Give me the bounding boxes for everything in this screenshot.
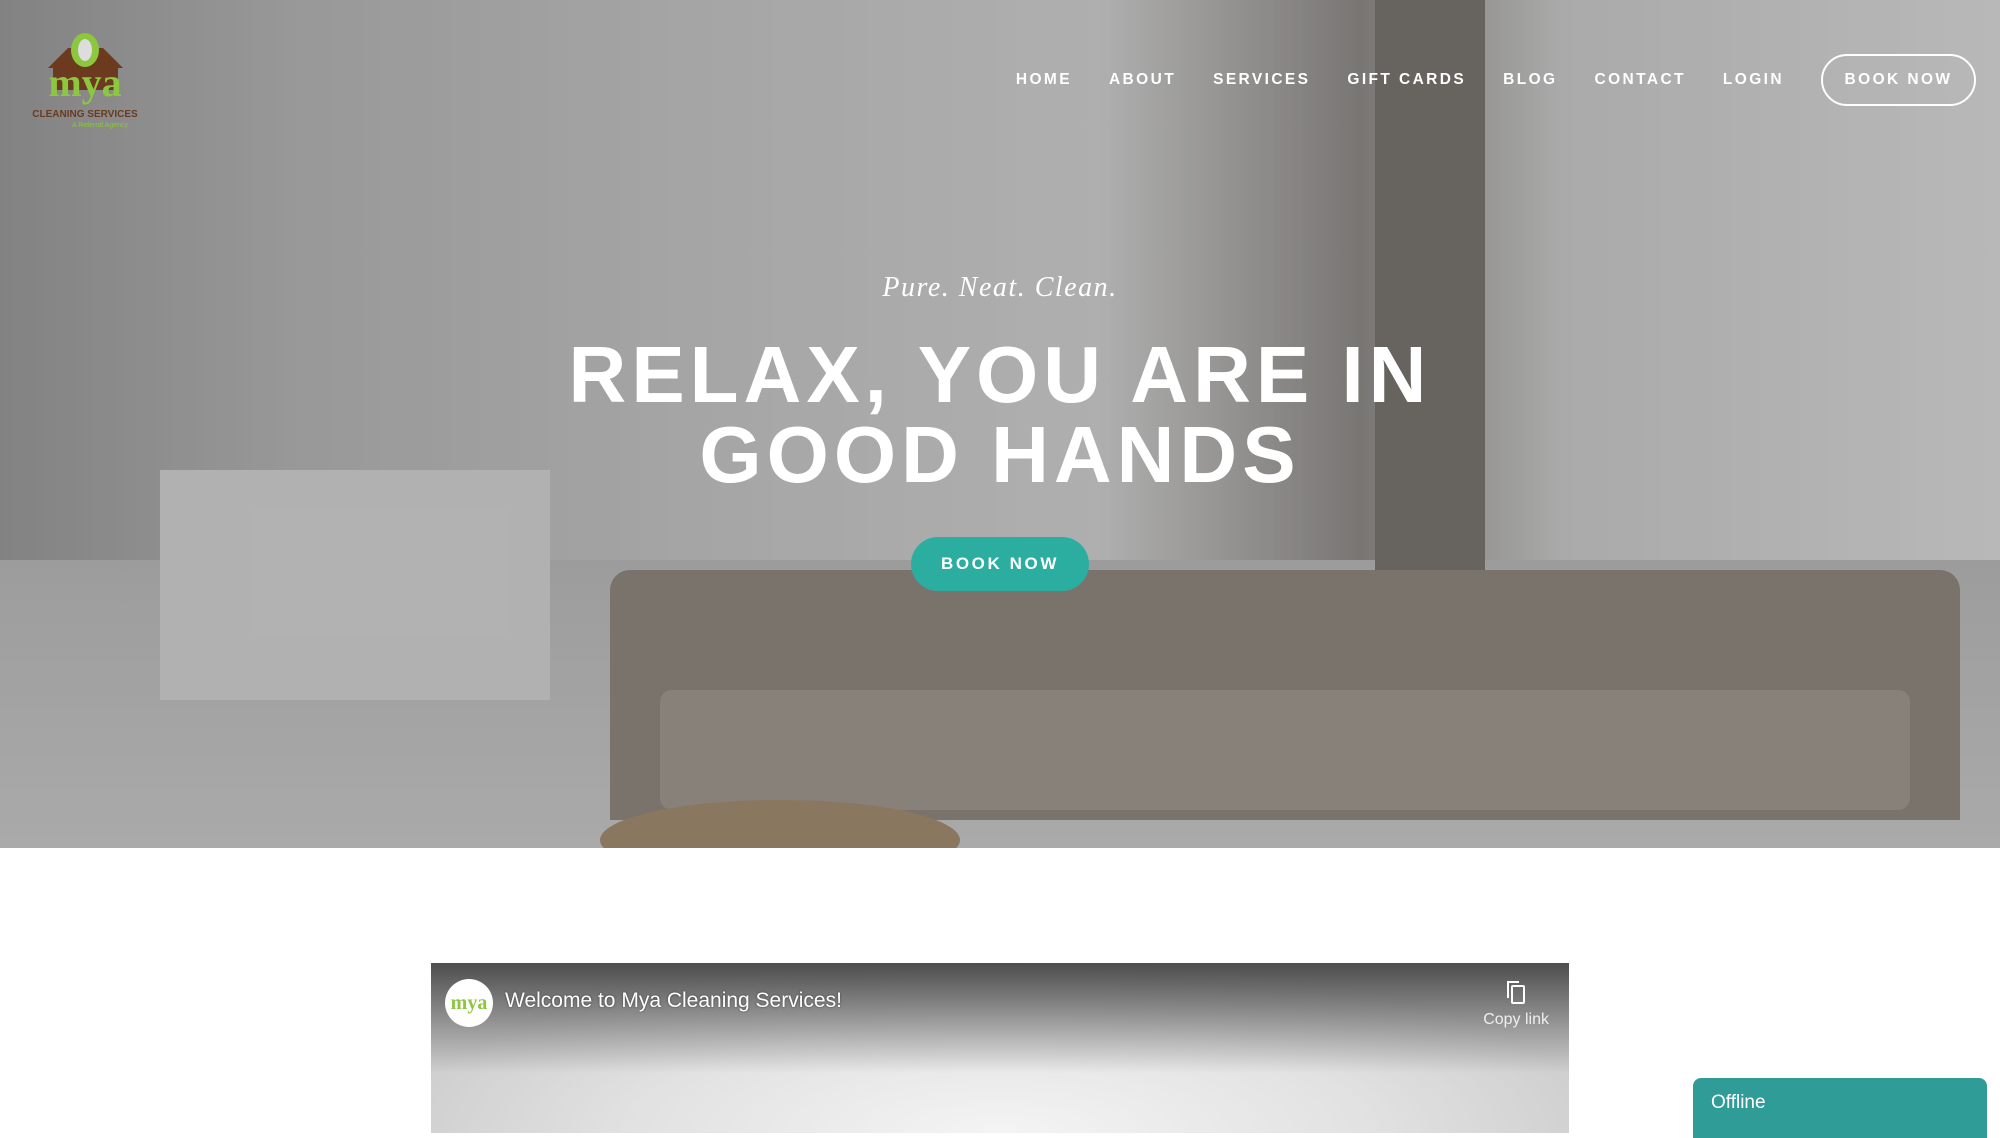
svg-text:mya: mya [48, 60, 121, 105]
headline-line-2: GOOD HANDS [699, 410, 1301, 499]
svg-text:CLEANING SERVICES: CLEANING SERVICES [32, 109, 138, 120]
nav-login[interactable]: LOGIN [1723, 71, 1784, 89]
hero-section: mya CLEANING SERVICES A Referral Agency … [0, 0, 2000, 848]
channel-avatar-logo: mya [450, 991, 488, 1014]
hero-book-now-button[interactable]: BOOK NOW [911, 537, 1089, 591]
nav-gift-cards[interactable]: GIFT CARDS [1347, 71, 1466, 89]
copy-link-button[interactable]: Copy link [1483, 979, 1549, 1029]
video-title-bar [431, 963, 1569, 1073]
copy-link-label: Copy link [1483, 1011, 1549, 1028]
main-nav: HOME ABOUT SERVICES GIFT CARDS BLOG CONT… [1016, 54, 1976, 106]
logo-icon: mya CLEANING SERVICES A Referral Agency [32, 33, 138, 129]
hero-tagline: Pure. Neat. Clean. [882, 272, 1118, 303]
copy-icon [1507, 981, 1526, 1004]
channel-avatar[interactable]: mya [445, 979, 493, 1027]
nav-contact[interactable]: CONTACT [1594, 71, 1685, 89]
video-title[interactable]: Welcome to Mya Cleaning Services! [505, 989, 842, 1013]
nav-blog[interactable]: BLOG [1503, 71, 1557, 89]
headline-line-1: RELAX, YOU ARE IN [568, 330, 1432, 419]
nav-home[interactable]: HOME [1016, 71, 1072, 89]
nav-services[interactable]: SERVICES [1213, 71, 1310, 89]
hero-headline: RELAX, YOU ARE IN GOOD HANDS [0, 335, 2000, 495]
nav-about[interactable]: ABOUT [1109, 71, 1176, 89]
chat-status: Offline [1711, 1092, 1766, 1113]
logo[interactable]: mya CLEANING SERVICES A Referral Agency [28, 30, 143, 130]
chat-widget-offline[interactable]: Offline [1693, 1078, 1987, 1138]
svg-text:A Referral Agency: A Referral Agency [72, 122, 129, 129]
nav-book-now-button[interactable]: BOOK NOW [1821, 54, 1976, 106]
video-embed[interactable]: mya Welcome to Mya Cleaning Services! Co… [431, 963, 1569, 1133]
